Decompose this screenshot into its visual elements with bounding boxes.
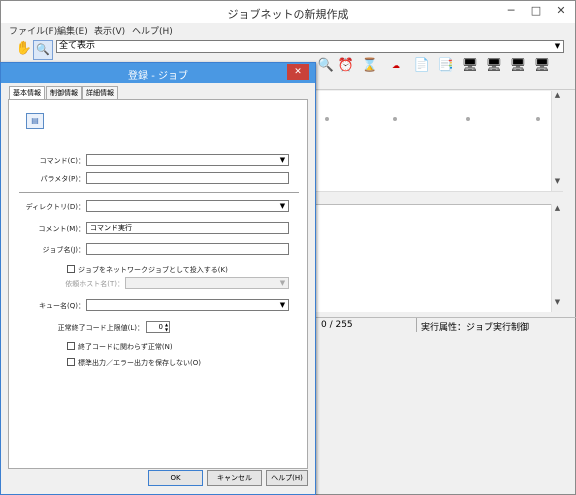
ignore-exit-code-label: 終了コードに関わらず正常(N) (78, 343, 173, 351)
chevron-down-icon: ▼ (554, 42, 561, 50)
statusbar: 0 / 255 実行属性：ジョブ実行制御 (316, 317, 576, 333)
tab-control-info[interactable]: 制御情報 (46, 86, 82, 100)
network-job-checkbox-label: ジョブをネットワークジョブとして投入する(K) (78, 266, 228, 274)
dialog-title: 登録 - ジョブ (128, 71, 188, 82)
menubar: ファイル(F) 編集(E) 表示(V) ヘルプ(H) (1, 23, 575, 38)
main-titlebar: ジョブネットの新規作成 ─ □ ✕ (1, 1, 575, 23)
tab-detail-info[interactable]: 詳細情報 (82, 86, 118, 100)
main-close-button[interactable]: ✕ (548, 1, 574, 21)
computer-message-icon[interactable]: 🖥 (507, 55, 529, 77)
comment-label: コメント(M)： (38, 225, 85, 233)
comment-input[interactable]: コマンド実行 (86, 222, 289, 234)
job-arrow-icon[interactable]: 📑 (435, 55, 457, 77)
cancel-button[interactable]: キャンセル (207, 470, 262, 486)
chevron-down-icon: ▼ (279, 202, 286, 210)
hourglass-icon[interactable]: ⌛ (359, 55, 381, 77)
parameter-label: パラメタ(P)： (40, 175, 85, 183)
exit-code-limit-label: 正常終了コード上限値(L)： (57, 324, 144, 332)
canvas-vertical-scrollbar[interactable]: ▲ ▼ (551, 91, 563, 191)
computer-cancel-icon[interactable]: 🖥 (531, 55, 553, 77)
menu-help[interactable]: ヘルプ(H) (132, 24, 173, 37)
clock-icon[interactable]: ⏰ (335, 55, 357, 77)
grid-dot (536, 117, 540, 121)
ignore-exit-code-checkbox[interactable] (67, 342, 75, 350)
canvas-horizontal-scrollbar[interactable] (316, 191, 563, 203)
computer-wait-icon[interactable]: 🖥 (483, 55, 505, 77)
spinner-arrows-icon[interactable]: ▲ ▼ (164, 322, 169, 332)
hand-tool-icon[interactable]: ✋ (15, 41, 33, 59)
chevron-down-icon: ▼ (279, 279, 286, 287)
grid-dot (393, 117, 397, 121)
chevron-down-icon: ▼ (279, 301, 286, 309)
minimize-button[interactable]: ─ (498, 1, 524, 21)
job-name-input[interactable] (86, 243, 289, 255)
computer-job-icon[interactable]: 🖥 (459, 55, 481, 77)
jobnet-canvas[interactable] (316, 91, 563, 191)
status-attribute: 実行属性：ジョブ実行制御 (421, 323, 530, 333)
job-name-label: ジョブ名(J)： (42, 246, 85, 254)
menu-file[interactable]: ファイル(F) (9, 24, 57, 37)
request-host-label: 依頼ホスト名(T)： (65, 280, 124, 288)
dialog-close-button[interactable]: ✕ (287, 64, 309, 80)
grid-dot (466, 117, 470, 121)
command-combo[interactable]: ▼ (86, 154, 289, 166)
detail-pane[interactable] (316, 204, 563, 312)
exit-code-limit-stepper[interactable]: 0 ▲ ▼ (146, 321, 170, 333)
scroll-down-icon[interactable]: ▼ (552, 298, 563, 306)
dialog-button-row: OK キャンセル ヘルプ(H) (8, 470, 308, 490)
status-divider (416, 318, 417, 332)
zoom-tool-icon[interactable]: 🔍 (33, 40, 53, 60)
filter-combo[interactable]: 全て表示 ▼ (56, 40, 564, 53)
grid-dot (325, 117, 329, 121)
main-window-title: ジョブネットの新規作成 (227, 8, 349, 21)
scroll-up-icon[interactable]: ▲ (552, 204, 563, 212)
network-job-checkbox[interactable] (67, 265, 75, 273)
basic-info-panel: ▤ コマンド(C)： ▼ パラメタ(P)： ディレクトリ(D)： ▼ コメント(… (8, 99, 308, 469)
menu-view[interactable]: 表示(V) (94, 24, 125, 37)
filter-combo-value: 全て表示 (59, 41, 96, 51)
menu-edit[interactable]: 編集(E) (57, 24, 88, 37)
divider (19, 192, 299, 193)
chevron-down-icon: ▼ (279, 156, 286, 164)
status-count: 0 / 255 (321, 320, 353, 330)
ok-button[interactable]: OK (148, 470, 203, 486)
scroll-down-icon[interactable]: ▼ (552, 177, 563, 185)
help-button[interactable]: ヘルプ(H) (266, 470, 308, 486)
no-save-output-label: 標準出力／エラー出力を保存しない(O) (78, 359, 201, 367)
command-label: コマンド(C)： (39, 157, 85, 165)
exit-code-limit-value: 0 (158, 323, 163, 331)
job-register-dialog: 登録 - ジョブ ✕ 基本情報 制御情報 詳細情報 ▤ コマンド(C)： ▼ パ… (0, 62, 316, 495)
document-icon[interactable]: 📄 (411, 55, 433, 77)
detail-vertical-scrollbar[interactable]: ▲ ▼ (551, 204, 563, 312)
job-icon: ▤ (26, 113, 44, 129)
queue-name-combo[interactable]: ▼ (86, 299, 289, 311)
scroll-up-icon[interactable]: ▲ (552, 91, 563, 99)
request-host-combo: ▼ (125, 277, 289, 289)
no-save-output-checkbox[interactable] (67, 358, 75, 366)
parameter-input[interactable] (86, 172, 289, 184)
directory-label: ディレクトリ(D)： (25, 203, 85, 211)
queue-name-label: キュー名(Q)： (39, 302, 85, 310)
rest-icon[interactable]: ☁ (385, 55, 407, 77)
dialog-titlebar[interactable]: 登録 - ジョブ ✕ (1, 63, 315, 83)
directory-combo[interactable]: ▼ (86, 200, 289, 212)
maximize-button[interactable]: □ (523, 1, 549, 21)
search-icon[interactable]: 🔍 (315, 55, 337, 77)
